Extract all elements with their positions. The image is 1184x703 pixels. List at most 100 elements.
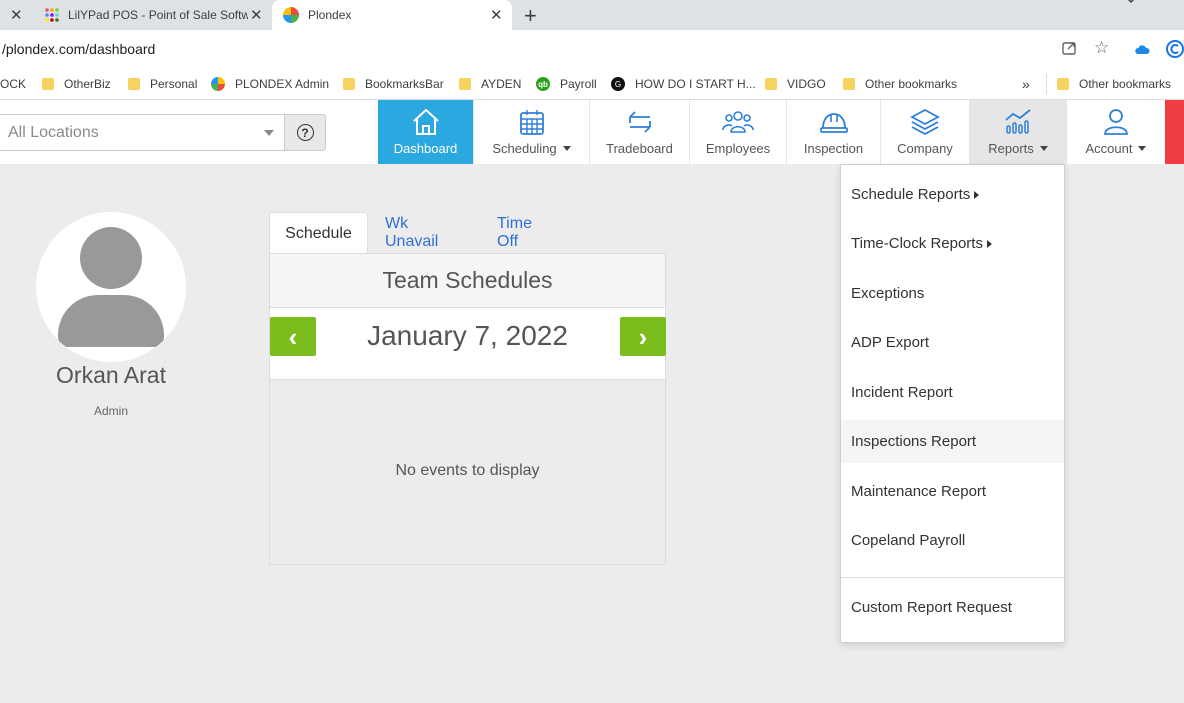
menu-item-label: Custom Report Request xyxy=(851,599,1012,616)
bookmark-other-bookmarks[interactable]: Other bookmarks xyxy=(843,74,957,94)
profile-name: Orkan Arat xyxy=(56,362,166,388)
nav-inspection[interactable]: Inspection xyxy=(786,100,880,164)
tab-title: LilYPad POS - Point of Sale Softw xyxy=(68,8,248,22)
help-icon: ? xyxy=(296,124,314,141)
menu-item-label: Maintenance Report xyxy=(851,483,987,500)
menu-item-label: Exceptions xyxy=(851,285,925,302)
bookmark-label: Personal xyxy=(150,77,198,91)
chevron-right-icon: › xyxy=(638,321,648,352)
next-day-button[interactable]: › xyxy=(620,317,666,356)
bookmark-label: PLONDEX Admin xyxy=(235,77,330,91)
menu-item-inspections-report[interactable]: Inspections Report xyxy=(841,420,1064,463)
menu-item-custom-report-request[interactable]: Custom Report Request xyxy=(841,586,1064,629)
panel-title: Team Schedules xyxy=(270,254,665,308)
close-icon[interactable]: ✕ xyxy=(250,6,263,24)
cloud-extension-icon[interactable] xyxy=(1134,42,1150,59)
menu-item-incident-report[interactable]: Incident Report xyxy=(841,371,1064,414)
menu-item-time-clock-reports[interactable]: Time-Clock Reports xyxy=(841,222,1064,265)
tab-plondex[interactable]: Plondex ✕ xyxy=(272,0,512,30)
address-bar: /plondex.com/dashboard ☆ xyxy=(0,30,1184,68)
tab-label: Schedule xyxy=(285,224,352,242)
caret-right-icon xyxy=(974,190,980,199)
other-bookmarks-button[interactable]: Other bookmarks xyxy=(1046,74,1171,94)
chevron-down-icon[interactable] xyxy=(1124,0,1138,11)
menu-item-copeland-payroll[interactable]: Copeland Payroll xyxy=(841,519,1064,562)
caret-down-icon xyxy=(562,146,571,151)
nav-account[interactable]: Account xyxy=(1066,100,1165,164)
bookmark-personal[interactable]: Personal xyxy=(128,74,197,94)
swap-icon xyxy=(628,111,651,133)
layers-icon xyxy=(910,108,940,136)
tab-title: Plondex xyxy=(308,8,352,22)
bookmark-otherbiz[interactable]: OtherBiz xyxy=(42,74,111,94)
bookmark-star-icon[interactable]: ☆ xyxy=(1094,38,1109,58)
caret-down-icon xyxy=(1138,146,1147,151)
chevron-down-icon xyxy=(264,130,274,136)
bookmark-label: HOW DO I START H... xyxy=(635,77,756,91)
bookmark-how-do-i-start[interactable]: G HOW DO I START H... xyxy=(611,74,756,94)
bookmark-label: Payroll xyxy=(560,77,597,91)
nav-reports[interactable]: Reports xyxy=(969,100,1066,164)
bookmark-ock[interactable]: OCK xyxy=(0,74,26,94)
menu-item-label: Time-Clock Reports xyxy=(851,235,983,252)
schedule-panel: Team Schedules ‹ January 7, 2022 › No ev… xyxy=(269,253,666,565)
menu-item-adp-export[interactable]: ADP Export xyxy=(841,321,1064,364)
nav-company[interactable]: Company xyxy=(880,100,969,164)
home-icon xyxy=(412,108,439,135)
location-select-value: All Locations xyxy=(8,124,99,141)
tab-label: Time Off xyxy=(497,215,532,250)
nav-label: Tradeboard xyxy=(606,141,673,156)
bookmarks-bar: OCK OtherBiz Personal PLONDEX Admin Book… xyxy=(0,68,1184,100)
tab-wk-unavail[interactable]: Wk Unavail xyxy=(385,212,438,254)
browser-tabstrip: ✕ LilYPad POS - Point of Sale Softw ✕ Pl… xyxy=(0,0,1184,30)
nav-label: Inspection xyxy=(803,141,864,156)
date-navigator: ‹ January 7, 2022 › xyxy=(270,308,666,380)
bookmark-label: Other bookmarks xyxy=(1079,77,1172,91)
menu-item-maintenance-report[interactable]: Maintenance Report xyxy=(841,470,1064,513)
current-date: January 7, 2022 xyxy=(367,320,568,351)
nav-scheduling[interactable]: Scheduling xyxy=(473,100,589,164)
bookmark-bookmarksbar[interactable]: BookmarksBar xyxy=(343,74,444,94)
bookmark-payroll[interactable]: qb Payroll xyxy=(536,74,597,94)
extension-c-icon[interactable] xyxy=(1166,40,1184,62)
user-icon xyxy=(1104,109,1128,135)
close-icon[interactable]: ✕ xyxy=(490,6,503,24)
calendar-icon xyxy=(519,110,544,135)
bookmarks-overflow-button[interactable]: » xyxy=(1022,74,1030,94)
new-tab-icon[interactable]: + xyxy=(524,3,537,29)
bookmark-label: BookmarksBar xyxy=(365,77,444,91)
folder-icon xyxy=(343,78,355,90)
lilypad-favicon-icon xyxy=(44,7,60,23)
plondex-favicon-icon xyxy=(211,77,225,91)
tab-schedule[interactable]: Schedule xyxy=(269,212,368,254)
tab-lilypad[interactable]: LilYPad POS - Point of Sale Softw ✕ xyxy=(32,0,270,30)
bookmark-label: OCK xyxy=(0,77,27,91)
avatar-head xyxy=(80,227,142,289)
nav-tradeboard[interactable]: Tradeboard xyxy=(589,100,689,164)
bookmark-label: Other bookmarks xyxy=(865,77,958,91)
bookmark-vidgo[interactable]: VIDGO xyxy=(765,74,826,94)
avatar-body xyxy=(58,295,164,347)
nav-dashboard[interactable]: Dashboard xyxy=(378,100,473,164)
tab-close-partial[interactable]: ✕ xyxy=(0,0,30,30)
nav-label: Account xyxy=(1085,141,1133,156)
bookmark-ayden[interactable]: AYDEN xyxy=(459,74,521,94)
share-icon[interactable] xyxy=(1061,40,1077,60)
tab-time-off[interactable]: Time Off xyxy=(497,212,532,254)
avatar xyxy=(36,212,186,362)
bookmark-label: VIDGO xyxy=(787,77,826,91)
nav-signout-partial[interactable] xyxy=(1165,100,1184,164)
bookmark-label: AYDEN xyxy=(481,77,522,91)
menu-item-schedule-reports[interactable]: Schedule Reports xyxy=(841,173,1064,216)
site-favicon-icon: G xyxy=(611,77,625,91)
caret-down-icon xyxy=(1039,146,1048,151)
nav-label: Employees xyxy=(705,141,771,156)
url-field[interactable]: /plondex.com/dashboard xyxy=(2,41,155,57)
location-select[interactable]: All Locations xyxy=(0,114,284,151)
nav-employees[interactable]: Employees xyxy=(689,100,786,164)
help-button[interactable]: ? xyxy=(284,114,326,151)
menu-item-exceptions[interactable]: Exceptions xyxy=(841,272,1064,315)
hardhat-icon xyxy=(819,113,848,133)
bookmark-plondex-admin[interactable]: PLONDEX Admin xyxy=(211,74,329,94)
plondex-favicon-icon xyxy=(283,7,299,23)
